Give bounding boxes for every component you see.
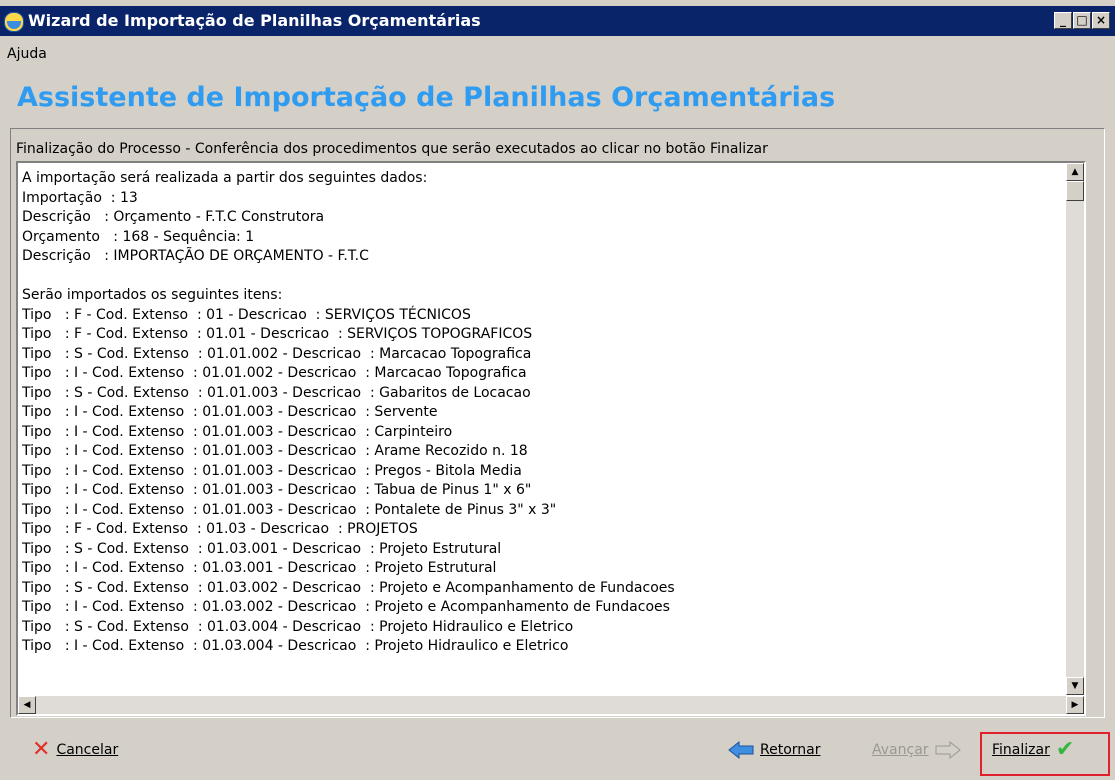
back-label: Retornar [760, 742, 821, 758]
horizontal-scrollbar[interactable]: ◀ ▶ [18, 696, 1084, 714]
cancel-button[interactable]: ✕ Cancelar [32, 737, 118, 763]
app-icon [4, 12, 24, 32]
arrow-right-icon [935, 741, 961, 759]
summary-lines: A importação será realizada a partir dos… [22, 169, 1062, 689]
summary-line: Tipo : I - Cod. Extenso : 01.03.002 - De… [22, 599, 670, 615]
wizard-heading: Assistente de Importação de Planilhas Or… [17, 82, 836, 113]
scroll-left-button[interactable]: ◀ [18, 696, 36, 714]
vertical-scroll-thumb[interactable] [1066, 181, 1084, 201]
maximize-button[interactable]: □ [1073, 12, 1091, 29]
summary-line: Descrição : IMPORTAÇÃO DE ORÇAMENTO - F.… [22, 248, 369, 264]
summary-line: Tipo : I - Cod. Extenso : 01.03.004 - De… [22, 638, 569, 654]
summary-line: Tipo : S - Cod. Extenso : 01.03.004 - De… [22, 618, 574, 635]
summary-line: Tipo : F - Cod. Extenso : 01.03 - Descri… [22, 521, 418, 537]
minimize-button[interactable]: _ [1054, 12, 1072, 29]
summary-line: Importação : 13 [22, 189, 138, 206]
summary-line: Tipo : S - Cod. Extenso : 01.01.002 - De… [22, 345, 532, 362]
scroll-up-button[interactable]: ▲ [1066, 163, 1084, 181]
finish-button[interactable]: Finalizar ✔ [992, 737, 1074, 763]
x-icon: ✕ [32, 737, 51, 762]
summary-line: Tipo : F - Cod. Extenso : 01.01 - Descri… [22, 326, 533, 342]
summary-line: Tipo : F - Cod. Extenso : 01 - Descricao… [22, 306, 471, 323]
summary-textbox[interactable]: A importação será realizada a partir dos… [16, 161, 1086, 716]
menu-help[interactable]: Ajuda [7, 46, 47, 62]
summary-line: Tipo : I - Cod. Extenso : 01.01.003 - De… [22, 482, 532, 498]
summary-line [22, 267, 1062, 287]
scroll-down-button[interactable]: ▼ [1066, 677, 1084, 695]
scroll-right-button[interactable]: ▶ [1066, 696, 1084, 714]
window-title: Wizard de Importação de Planilhas Orçame… [28, 11, 481, 30]
back-button[interactable]: Retornar [728, 737, 820, 763]
summary-line: Tipo : I - Cod. Extenso : 01.01.003 - De… [22, 423, 453, 440]
summary-line: Tipo : I - Cod. Extenso : 01.01.002 - De… [22, 365, 527, 381]
close-window-button[interactable]: × [1092, 12, 1110, 29]
title-bar: Wizard de Importação de Planilhas Orçame… [0, 6, 1115, 36]
panel-label: Finalização do Processo - Conferência do… [16, 141, 768, 157]
check-icon: ✔ [1055, 737, 1075, 762]
cancel-label: Cancelar [56, 742, 119, 758]
summary-line: A importação será realizada a partir dos… [22, 170, 428, 186]
summary-line: Tipo : I - Cod. Extenso : 01.01.003 - De… [22, 443, 528, 459]
summary-line: Tipo : I - Cod. Extenso : 01.01.003 - De… [22, 404, 438, 420]
arrow-left-icon [728, 741, 754, 759]
next-label: Avançar [872, 742, 929, 758]
summary-line: Tipo : I - Cod. Extenso : 01.01.003 - De… [22, 501, 557, 518]
summary-line: Tipo : S - Cod. Extenso : 01.03.001 - De… [22, 540, 502, 557]
finish-label: Finalizar [992, 742, 1050, 758]
summary-line: Orçamento : 168 - Sequência: 1 [22, 228, 255, 245]
summary-line: Descrição : Orçamento - F.T.C Construtor… [22, 209, 325, 225]
menu-bar: Ajuda [0, 36, 1115, 76]
summary-line: Tipo : I - Cod. Extenso : 01.01.003 - De… [22, 462, 522, 479]
summary-line: Serão importados os seguintes itens: [22, 287, 283, 303]
summary-line: Tipo : S - Cod. Extenso : 01.03.002 - De… [22, 579, 675, 596]
summary-line: Tipo : I - Cod. Extenso : 01.03.001 - De… [22, 560, 497, 576]
vertical-scrollbar[interactable]: ▲ ▼ [1066, 163, 1084, 695]
summary-line: Tipo : S - Cod. Extenso : 01.01.003 - De… [22, 384, 531, 401]
next-button[interactable]: Avançar [872, 737, 961, 763]
